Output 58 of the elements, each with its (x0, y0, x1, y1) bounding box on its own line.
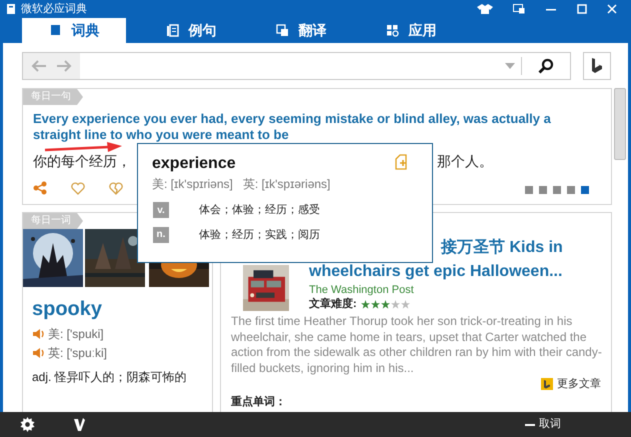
search-icon[interactable] (538, 58, 554, 74)
definition: adj. 怪异吓人的；阴森可怖的 (32, 369, 187, 386)
book-icon (48, 24, 62, 37)
article-title[interactable]: 接万圣节 Kids in (441, 239, 563, 257)
window-mode-icon[interactable] (513, 4, 525, 14)
speaker-icon[interactable] (32, 328, 44, 340)
scrollbar-thumb[interactable] (614, 88, 626, 160)
star-icon (400, 300, 410, 309)
sense-text: 体验；经历；实践；阅历 (199, 228, 320, 242)
dropdown-caret-icon[interactable] (505, 63, 515, 69)
book-icon (6, 3, 16, 15)
heart-icon[interactable] (71, 182, 85, 194)
search-field[interactable] (22, 52, 571, 80)
maximize-icon[interactable] (577, 4, 587, 14)
tab[interactable]: 应用 (366, 18, 456, 43)
share-icon[interactable] (33, 181, 47, 195)
tab[interactable]: 例句 (146, 18, 236, 43)
pronunciation: 英: [ɪk'spɪəriəns] (242, 176, 330, 193)
part-of-speech-tag: n. (153, 226, 169, 243)
window-title: 微软必应词典 (21, 2, 87, 17)
star-icon (370, 300, 380, 309)
close-icon[interactable] (607, 4, 617, 14)
speaker-icon[interactable] (32, 347, 44, 359)
key-words-heading: 重点单词： (231, 395, 286, 409)
capture-toggle[interactable]: 取词 (539, 416, 561, 433)
b-logo-icon (541, 378, 553, 390)
part-of-speech-tag: v. (153, 202, 169, 218)
article-title[interactable]: wheelchairs get epic Halloween... (309, 263, 562, 281)
english-sentence: Every experience you ever had, every seeming mistake or blind alley, was actually a straight line to who you were meant to be (33, 111, 552, 143)
bing-button[interactable] (583, 52, 611, 80)
document-icon (166, 24, 178, 37)
b-logo-icon (591, 58, 603, 74)
shirt-icon[interactable] (477, 4, 493, 14)
tab[interactable]: 词典 (22, 18, 126, 43)
difficulty-label: 文章难度: (309, 296, 357, 312)
tab[interactable]: 翻译 (256, 18, 346, 43)
back-arrow-icon[interactable] (31, 60, 48, 72)
star-icon (380, 300, 390, 309)
chinese-sentence: 那个人。 (437, 152, 493, 171)
article-excerpt: The first time Heather Thorup took her son trick-or-treating in his wheelchair, she came home in tears, upset that Carter watched the action from the sidewalk as other children ran by him with their candy-filled buckets, ignoring him in his... (231, 314, 603, 376)
chinese-sentence: 你的每个经历， (33, 152, 131, 171)
star-icon (360, 300, 370, 309)
feedback-icon[interactable] (73, 417, 86, 432)
article-source: The Washington Post (309, 283, 414, 298)
popup-headword: experience (152, 154, 236, 174)
sense-text: 体会；体验；经历；感受 (199, 202, 320, 218)
more-articles-link[interactable]: 更多文章 (541, 376, 601, 392)
broken-heart-icon[interactable] (109, 182, 123, 194)
pronunciation: 美: [ɪk'spɪriəns] (152, 176, 233, 193)
pronunciation: 英: ['spuːki] (48, 345, 107, 362)
translate-icon (276, 24, 288, 37)
headword: spooky (32, 297, 102, 322)
forward-arrow-icon[interactable] (56, 60, 72, 72)
pronunciation: 美: ['spuki] (48, 326, 104, 343)
star-icon (390, 300, 400, 309)
apps-icon (386, 24, 398, 37)
annotation-arrow-icon (43, 142, 123, 152)
settings-icon[interactable] (20, 417, 35, 432)
